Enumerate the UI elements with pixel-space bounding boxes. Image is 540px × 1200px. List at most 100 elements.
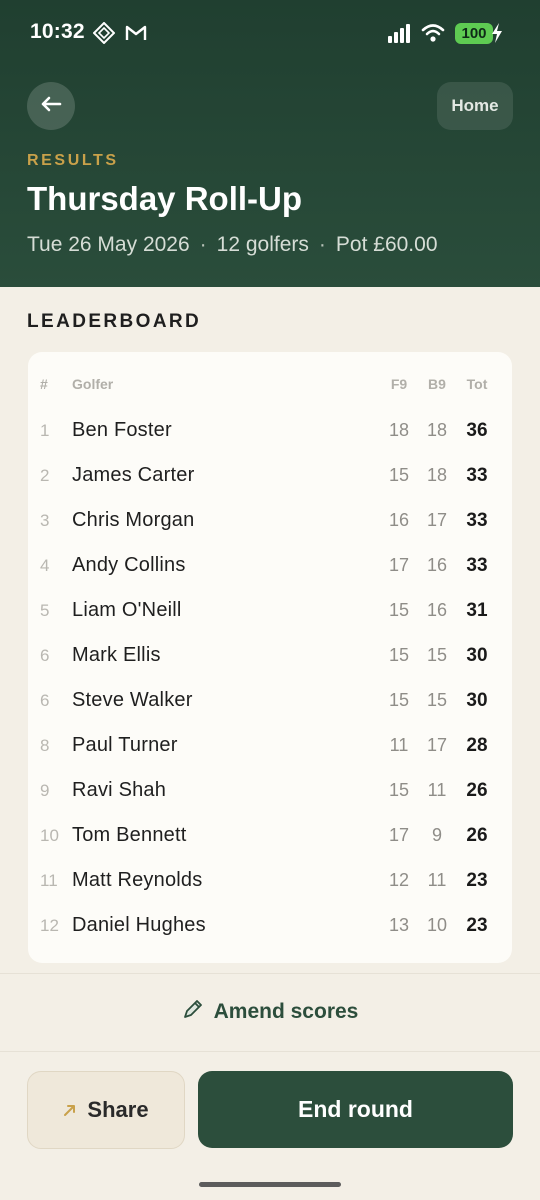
pencil-icon <box>182 998 204 1026</box>
row-rank: 4 <box>40 556 50 575</box>
row-rank: 1 <box>40 421 50 440</box>
front-nine-score: 15 <box>388 690 410 710</box>
table-row[interactable]: 3 Chris Morgan 16 17 33 <box>28 498 512 543</box>
row-rank: 5 <box>40 601 50 620</box>
back-nine-score: 16 <box>426 600 448 620</box>
total-score: 26 <box>466 825 488 846</box>
separator-dot: · <box>318 233 326 256</box>
row-rank: 11 <box>40 871 58 890</box>
results-header: 10:32 100 Home RESULTS Thursday Roll-Up … <box>0 0 540 287</box>
back-nine-score: 11 <box>427 870 447 890</box>
share-button[interactable]: Share <box>27 1071 185 1149</box>
column-b9: B9 <box>428 376 446 392</box>
round-summary: Tue 26 May 2026 · 12 golfers · Pot £60.00 <box>27 233 438 257</box>
row-rank: 3 <box>40 511 50 530</box>
front-nine-score: 15 <box>388 465 410 485</box>
charging-bolt-icon <box>491 22 503 49</box>
back-button[interactable] <box>27 82 75 130</box>
separator-dot: · <box>199 233 207 256</box>
total-score: 28 <box>466 735 488 756</box>
leaderboard-heading: LEADERBOARD <box>27 311 202 332</box>
front-nine-score: 15 <box>388 645 410 665</box>
table-row[interactable]: 12 Daniel Hughes 13 10 23 <box>28 903 512 948</box>
column-rank: # <box>40 376 48 392</box>
back-nine-score: 17 <box>426 510 448 530</box>
golfer-count: 12 golfers <box>216 233 309 256</box>
end-round-button[interactable]: End round <box>198 1071 513 1148</box>
table-row[interactable]: 5 Liam O'Neill 15 16 31 <box>28 588 512 633</box>
total-score: 36 <box>466 420 488 441</box>
back-nine-score: 15 <box>426 645 448 665</box>
table-row[interactable]: 8 Paul Turner 11 17 28 <box>28 723 512 768</box>
total-score: 26 <box>466 780 488 801</box>
front-nine-score: 11 <box>389 735 409 755</box>
back-nine-score: 18 <box>426 465 448 485</box>
back-nine-score: 11 <box>427 780 447 800</box>
golfer-name: Andy Collins <box>72 554 186 576</box>
signal-icon <box>387 22 411 49</box>
back-nine-score: 10 <box>426 915 448 935</box>
app-diamond-icon <box>92 21 116 49</box>
amend-scores-label: Amend scores <box>213 1000 359 1023</box>
back-nine-score: 18 <box>426 420 448 440</box>
row-rank: 9 <box>40 781 50 800</box>
divider <box>0 1051 540 1052</box>
back-nine-score: 16 <box>426 555 448 575</box>
front-nine-score: 15 <box>388 600 410 620</box>
front-nine-score: 12 <box>388 870 410 890</box>
front-nine-score: 17 <box>388 555 410 575</box>
golfer-name: Ben Foster <box>72 419 172 441</box>
pot-amount: Pot £60.00 <box>335 233 438 256</box>
share-arrow-icon <box>63 1097 77 1123</box>
table-row[interactable]: 2 James Carter 15 18 33 <box>28 453 512 498</box>
table-row[interactable]: 9 Ravi Shah 15 11 26 <box>28 768 512 813</box>
row-rank: 12 <box>40 916 59 935</box>
page-title: Thursday Roll-Up <box>27 180 303 217</box>
golfer-name: Tom Bennett <box>72 824 187 846</box>
amend-scores-button[interactable]: Amend scores <box>0 985 540 1039</box>
golfer-name: Mark Ellis <box>72 644 161 666</box>
status-bar: 10:32 100 <box>0 0 540 68</box>
front-nine-score: 16 <box>388 510 410 530</box>
front-nine-score: 17 <box>388 825 410 845</box>
front-nine-score: 15 <box>388 780 410 800</box>
table-row[interactable]: 11 Matt Reynolds 12 11 23 <box>28 858 512 903</box>
golfer-name: James Carter <box>72 464 195 486</box>
row-rank: 6 <box>40 691 50 710</box>
back-arrow-icon <box>40 96 62 117</box>
results-eyebrow: RESULTS <box>27 152 119 169</box>
row-rank: 10 <box>40 826 59 845</box>
golfer-name: Matt Reynolds <box>72 869 203 891</box>
row-rank: 2 <box>40 466 50 485</box>
table-row[interactable]: 10 Tom Bennett 17 9 26 <box>28 813 512 858</box>
column-tot: Tot <box>466 376 488 392</box>
golfer-name: Liam O'Neill <box>72 599 182 621</box>
leaderboard-table: # Golfer F9 B9 Tot 1 Ben Foster 18 18 36 2 Jam… <box>28 352 512 963</box>
total-score: 33 <box>466 555 488 576</box>
table-row[interactable]: 4 Andy Collins 17 16 33 <box>28 543 512 588</box>
column-f9: F9 <box>390 376 408 392</box>
back-nine-score: 9 <box>431 825 442 845</box>
divider <box>0 973 540 974</box>
golfer-name: Ravi Shah <box>72 779 167 801</box>
status-time: 10:32 <box>30 20 85 43</box>
wifi-icon <box>421 22 445 49</box>
total-score: 33 <box>466 465 488 486</box>
share-label: Share <box>87 1097 149 1122</box>
table-row[interactable]: 1 Ben Foster 18 18 36 <box>28 408 512 453</box>
total-score: 23 <box>466 870 488 891</box>
total-score: 33 <box>466 510 488 531</box>
table-row[interactable]: 6 Steve Walker 15 15 30 <box>28 678 512 723</box>
table-row[interactable]: 6 Mark Ellis 15 15 30 <box>28 633 512 678</box>
table-header: # Golfer F9 B9 Tot <box>28 376 512 396</box>
back-nine-score: 17 <box>426 735 448 755</box>
golfer-name: Paul Turner <box>72 734 178 756</box>
gmail-icon <box>125 22 147 49</box>
golfer-name: Chris Morgan <box>72 509 195 531</box>
back-nine-score: 15 <box>426 690 448 710</box>
home-button[interactable]: Home <box>437 82 513 130</box>
total-score: 30 <box>466 645 488 666</box>
battery-icon: 100 <box>455 23 493 44</box>
total-score: 30 <box>466 690 488 711</box>
column-golfer: Golfer <box>72 376 114 392</box>
